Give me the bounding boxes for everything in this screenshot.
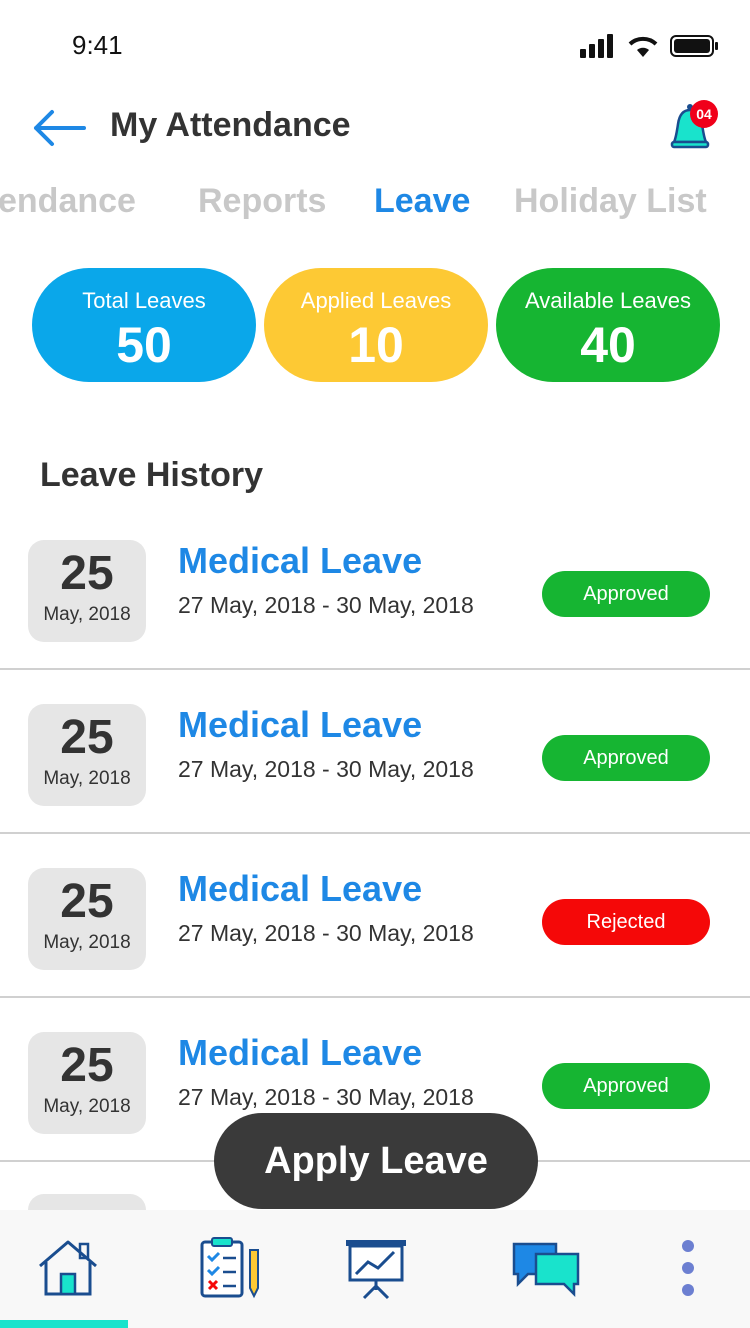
date-month: May, 2018 [43,1096,131,1117]
battery-icon [670,35,718,57]
leave-date-range: 27 May, 2018 - 30 May, 2018 [178,920,474,946]
leave-type: Medical Leave [178,1032,423,1073]
date-box: 25 May, 2018 [28,868,146,970]
active-tab-indicator [0,1320,128,1328]
date-month: May, 2018 [43,768,131,789]
applied-leaves-label: Applied Leaves [300,288,452,313]
status-bar: 9:41 [0,0,750,90]
leave-date-range: 27 May, 2018 - 30 May, 2018 [178,592,474,618]
notification-count-badge: 04 [690,100,718,128]
cellular-signal-icon [580,34,613,58]
page-title: My Attendance [110,106,351,144]
date-day: 25 [60,547,114,600]
leave-history-row[interactable]: 25 May, 2018 Medical Leave 27 May, 2018 … [0,834,750,998]
status-icons [580,33,720,59]
applied-leaves-card: Applied Leaves 10 [264,268,488,382]
date-month: May, 2018 [43,932,131,953]
date-box: 25 May, 2018 [28,1032,146,1134]
tab-leave[interactable]: Leave [374,182,470,221]
app-header: My Attendance [0,90,750,170]
status-badge: Rejected [542,899,710,945]
leave-history-heading: Leave History [40,456,263,494]
bottom-navigation [0,1210,750,1328]
leave-history-row[interactable]: 25 May, 2018 Medical Leave 27 May, 2018 … [0,506,750,670]
tab-attendance[interactable]: endance [0,182,136,221]
leave-history-row[interactable]: 25 May, 2018 Medical Leave 27 May, 2018 … [0,670,750,834]
clipboard-checklist-icon[interactable] [192,1236,272,1300]
leave-type: Medical Leave [178,868,423,909]
available-leaves-label: Available Leaves [525,288,691,313]
status-badge: Approved [542,735,710,781]
apply-leave-button[interactable]: Apply Leave [214,1113,538,1209]
back-arrow-icon[interactable] [30,108,88,148]
status-badge: Approved [542,1063,710,1109]
total-leaves-label: Total Leaves [82,288,206,313]
chat-bubbles-icon[interactable] [506,1236,586,1300]
tab-bar: endance Reports Leave Holiday List [0,182,750,232]
date-day: 25 [60,875,114,928]
home-icon[interactable] [28,1236,108,1300]
more-vertical-icon[interactable] [648,1236,728,1300]
status-time: 9:41 [72,30,123,60]
total-leaves-value: 50 [116,317,172,373]
date-month: May, 2018 [43,604,131,625]
total-leaves-card: Total Leaves 50 [32,268,256,382]
date-day: 25 [60,711,114,764]
presentation-chart-icon[interactable] [336,1236,416,1300]
available-leaves-value: 40 [580,317,636,373]
date-box: 25 May, 2018 [28,704,146,806]
leave-date-range: 27 May, 2018 - 30 May, 2018 [178,756,474,782]
status-badge: Approved [542,571,710,617]
leave-type: Medical Leave [178,704,423,745]
applied-leaves-value: 10 [348,317,404,373]
leave-type: Medical Leave [178,540,423,581]
tab-reports[interactable]: Reports [198,182,326,221]
tab-holiday-list[interactable]: Holiday List [514,182,707,221]
wifi-icon [628,36,658,57]
leave-date-range: 27 May, 2018 - 30 May, 2018 [178,1084,474,1110]
available-leaves-card: Available Leaves 40 [496,268,720,382]
date-day: 25 [60,1039,114,1092]
date-box: 25 May, 2018 [28,540,146,642]
